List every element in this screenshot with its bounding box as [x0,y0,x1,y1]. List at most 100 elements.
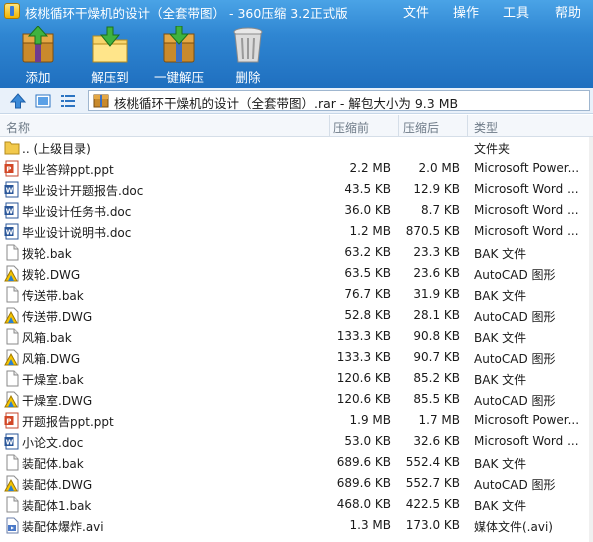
file-size-after: 23.3 KB [413,245,460,259]
column-divider[interactable] [329,115,330,137]
file-size-before: 120.6 KB [336,371,391,385]
file-row[interactable]: P 开题报告ppt.ppt 1.9 MB 1.7 MB Microsoft Power.… [0,410,593,431]
file-row[interactable]: 装配体.bak 689.6 KB 552.4 KB BAK 文件 [0,452,593,473]
file-icon [4,244,20,261]
file-name: 传送带.DWG [22,310,93,324]
file-name: 干燥室.DWG [22,394,93,408]
list-view-icon[interactable] [60,93,76,109]
file-row[interactable]: 风箱.DWG 133.3 KB 90.7 KB AutoCAD 图形 [0,347,593,368]
delete-button[interactable]: 删除 [226,26,270,86]
file-name: 毕业设计开题报告.doc [22,184,144,198]
column-name[interactable]: 名称 [6,119,30,136]
column-divider[interactable] [398,115,399,137]
file-size-after: 1.7 MB [418,413,460,427]
file-row[interactable]: 装配体1.bak 468.0 KB 422.5 KB BAK 文件 [0,494,593,515]
file-size-before: 133.3 KB [336,329,391,343]
file-size-after: 552.7 KB [405,476,460,490]
file-name: 装配体.DWG [22,478,93,492]
file-size-after: 23.6 KB [413,266,460,280]
file-type: 媒体文件(.avi) [474,520,553,534]
address-bar: 核桃循环干燥机的设计（全套带图）.rar - 解包大小为 9.3 MB [0,88,593,114]
menu-tools[interactable]: 工具 [503,2,529,21]
one-click-extract-label: 一键解压 [153,70,204,85]
file-name: 干燥室.bak [22,373,84,387]
file-row[interactable]: 拨轮.DWG 63.5 KB 23.6 KB AutoCAD 图形 [0,263,593,284]
file-size-before: 120.6 KB [336,392,391,406]
title-bar: 核桃循环干燥机的设计（全套带图） - 360压缩 3.2正式版 文件 操作 工具… [0,0,593,22]
window-title: 核桃循环干燥机的设计（全套带图） - 360压缩 3.2正式版 [25,6,348,21]
word-icon: W [4,202,20,219]
file-size-before: 76.7 KB [344,287,391,301]
file-name: 装配体爆炸.avi [22,520,104,534]
add-button[interactable]: 添加 [12,26,64,86]
file-row[interactable]: 风箱.bak 133.3 KB 90.8 KB BAK 文件 [0,326,593,347]
file-row[interactable]: W 毕业设计说明书.doc 1.2 MB 870.5 KB Microsoft Word… [0,221,593,242]
svg-text:P: P [6,166,11,174]
menu-file[interactable]: 文件 [403,2,429,21]
word-icon: W [4,433,20,450]
file-size-before: 689.6 KB [336,476,391,490]
file-size-after: 12.9 KB [413,182,460,196]
column-compressed-before[interactable]: 压缩前 [333,119,369,136]
column-header: 名称 压缩前 压缩后 类型 [0,115,593,137]
file-row[interactable]: 拨轮.bak 63.2 KB 23.3 KB BAK 文件 [0,242,593,263]
file-name: 装配体1.bak [22,499,92,513]
file-size-before: 1.9 MB [349,413,391,427]
one-click-extract-icon [163,26,195,63]
file-size-after: 422.5 KB [405,497,460,511]
file-row[interactable]: 干燥室.bak 120.6 KB 85.2 KB BAK 文件 [0,368,593,389]
file-icon [4,496,20,513]
file-name: 传送带.bak [22,289,84,303]
file-size-after: 85.5 KB [413,392,460,406]
file-size-after: 552.4 KB [405,455,460,469]
add-archive-icon [22,26,54,63]
menu-help[interactable]: 帮助 [555,2,581,21]
file-type: Microsoft Power... [474,413,580,427]
file-type: BAK 文件 [474,331,527,345]
column-compressed-after[interactable]: 压缩后 [403,119,439,136]
file-type: BAK 文件 [474,457,527,471]
file-row[interactable]: 装配体爆炸.avi 1.3 MB 173.0 KB 媒体文件(.avi) [0,515,593,536]
file-row[interactable]: W 毕业设计任务书.doc 36.0 KB 8.7 KB Microsoft Word … [0,200,593,221]
svg-text:W: W [6,187,14,195]
vertical-scrollbar[interactable] [589,137,593,542]
file-row[interactable]: 干燥室.DWG 120.6 KB 85.5 KB AutoCAD 图形 [0,389,593,410]
file-row[interactable]: 传送带.DWG 52.8 KB 28.1 KB AutoCAD 图形 [0,305,593,326]
column-divider[interactable] [467,115,468,137]
file-size-after: 85.2 KB [413,371,460,385]
icon-view-icon[interactable] [35,93,51,109]
archive-icon [93,94,109,108]
window-header: 核桃循环干燥机的设计（全套带图） - 360压缩 3.2正式版 文件 操作 工具… [0,0,593,88]
svg-text:W: W [6,439,14,447]
file-type: Microsoft Word ... [474,182,579,196]
file-name: 风箱.bak [22,331,72,345]
up-arrow-icon[interactable] [10,93,26,109]
menu-operation[interactable]: 操作 [453,2,479,21]
file-row[interactable]: P 毕业答辩ppt.ppt 2.2 MB 2.0 MB Microsoft Power.… [0,158,593,179]
extract-to-label: 解压到 [91,70,129,85]
file-row[interactable]: W 毕业设计开题报告.doc 43.5 KB 12.9 KB Microsoft Wor… [0,179,593,200]
file-row[interactable]: .. (上级目录) 文件夹 [0,137,593,158]
one-click-extract-button[interactable]: 一键解压 [150,26,208,86]
file-type: AutoCAD 图形 [474,310,556,324]
extract-to-button[interactable]: 解压到 [84,26,136,86]
file-size-before: 133.3 KB [336,350,391,364]
path-field[interactable]: 核桃循环干燥机的设计（全套带图）.rar - 解包大小为 9.3 MB [88,90,590,111]
file-size-before: 63.5 KB [344,266,391,280]
file-name: 毕业设计任务书.doc [22,205,132,219]
file-row[interactable]: 装配体.DWG 689.6 KB 552.7 KB AutoCAD 图形 [0,473,593,494]
file-type: Microsoft Power... [474,161,580,175]
column-type[interactable]: 类型 [474,119,498,136]
file-row[interactable]: 传送带.bak 76.7 KB 31.9 KB BAK 文件 [0,284,593,305]
file-size-before: 468.0 KB [336,497,391,511]
file-name: 风箱.DWG [22,352,81,366]
file-type: BAK 文件 [474,247,527,261]
ppt-icon: P [4,412,20,429]
dwg-icon [4,307,20,324]
file-type: BAK 文件 [474,289,527,303]
file-name: .. (上级目录) [22,142,91,156]
file-name: 毕业设计说明书.doc [22,226,132,240]
file-name: 装配体.bak [22,457,84,471]
file-type: AutoCAD 图形 [474,352,556,366]
file-row[interactable]: W 小论文.doc 53.0 KB 32.6 KB Microsoft Word ... [0,431,593,452]
